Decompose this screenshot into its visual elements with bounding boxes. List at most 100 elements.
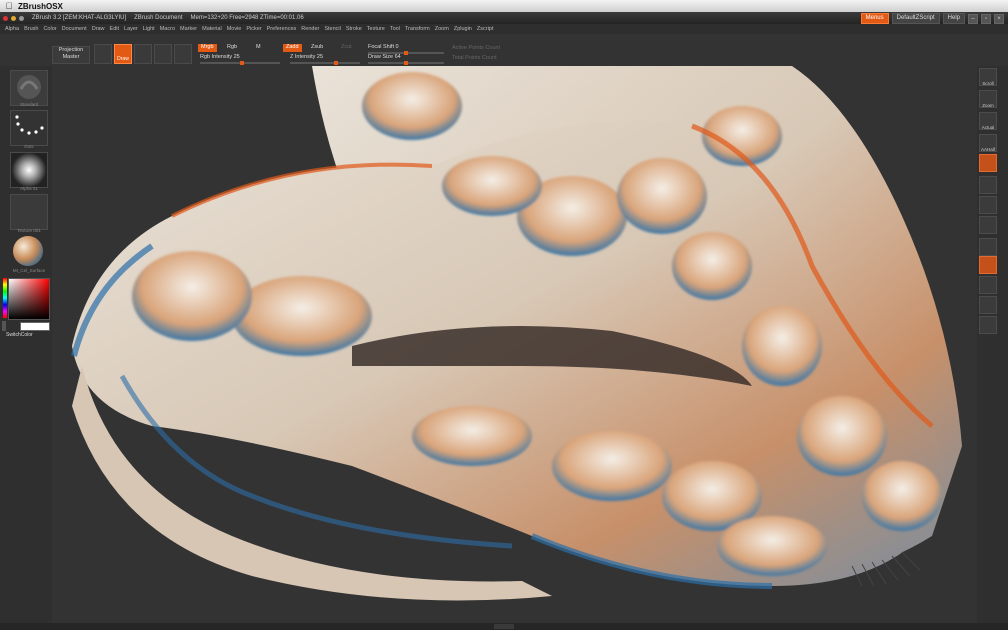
draw-size-label: Draw Size 64 xyxy=(368,54,401,60)
view-button-8[interactable] xyxy=(979,238,997,256)
master-label: Master xyxy=(62,54,80,60)
projection-label: Projection xyxy=(58,47,84,53)
view-button-label: Zoom xyxy=(982,103,994,108)
view-button-6[interactable] xyxy=(979,196,997,214)
help-button[interactable]: Help xyxy=(942,13,965,24)
menu-item-zscript[interactable]: Zscript xyxy=(477,26,494,32)
menu-item-zoom[interactable]: Zoom xyxy=(435,26,449,32)
secondary-color-swatch[interactable] xyxy=(20,322,50,331)
menu-item-brush[interactable]: Brush xyxy=(24,26,38,32)
right-tray: Scroll Zoom Actual AAHalf xyxy=(977,66,1008,623)
hide-icon[interactable]: – xyxy=(968,13,978,24)
menu-item-picker[interactable]: Picker xyxy=(246,26,261,32)
menu-item-zplugin[interactable]: Zplugin xyxy=(454,26,472,32)
stroke-thumbnail[interactable] xyxy=(10,110,48,146)
app-name[interactable]: ZBrushOSX xyxy=(18,2,63,11)
menu-item-movie[interactable]: Movie xyxy=(227,26,242,32)
close-window-icon[interactable]: × xyxy=(994,13,1004,24)
scale-button[interactable] xyxy=(154,44,172,64)
rotate-button[interactable] xyxy=(174,44,192,64)
left-tray-collapse-handle[interactable] xyxy=(2,321,6,331)
brush-thumbnail[interactable] xyxy=(10,70,48,106)
move-button[interactable] xyxy=(134,44,152,64)
menu-item-stroke[interactable]: Stroke xyxy=(346,26,362,32)
menu-item-render[interactable]: Render xyxy=(301,26,319,32)
texture-label: Texture 001 xyxy=(17,228,41,233)
texture-thumbnail[interactable] xyxy=(10,194,48,230)
rgb-intensity-label: Rgb Intensity 25 xyxy=(200,54,240,60)
zcut-button[interactable]: Zcut xyxy=(338,44,355,52)
view-button-label: Scroll xyxy=(982,81,994,86)
draw-button[interactable]: Draw xyxy=(114,44,132,64)
sculpt-render[interactable] xyxy=(52,66,977,623)
view-button-11[interactable] xyxy=(979,296,997,314)
view-button-12[interactable] xyxy=(979,316,997,334)
standard-brush-icon xyxy=(17,75,41,99)
menu-item-material[interactable]: Material xyxy=(202,26,222,32)
menu-item-document[interactable]: Document xyxy=(62,26,87,32)
menu-item-alpha[interactable]: Alpha xyxy=(5,26,19,32)
menu-item-marker[interactable]: Marker xyxy=(180,26,197,32)
view-scroll-button[interactable]: Scroll xyxy=(979,68,997,86)
document-title: ZBrush Document xyxy=(134,15,183,21)
top-shelf: Projection Master Draw Mrgb Rgb M Rgb In… xyxy=(0,34,1008,66)
m-button[interactable]: M xyxy=(253,44,264,52)
focal-shift-label: Focal Shift 0 xyxy=(368,44,399,50)
menu-item-color[interactable]: Color xyxy=(43,26,56,32)
view-button-5[interactable] xyxy=(979,176,997,194)
menu-item-tool[interactable]: Tool xyxy=(390,26,400,32)
rgb-button[interactable]: Rgb xyxy=(224,44,240,52)
app-title: ZBrush 3.2 [ZEM:KHAT-ALG3LYIU] xyxy=(32,15,127,21)
palette-menu-bar: Alpha Brush Color Document Draw Edit Layer Ligh… xyxy=(0,24,1008,34)
zbrush-logo-icon xyxy=(19,15,24,21)
material-sphere-icon xyxy=(13,236,43,266)
default-zscript-button[interactable]: DefaultZScript xyxy=(891,13,940,24)
view-actual-button[interactable]: Actual xyxy=(979,112,997,130)
menu-item-preferences[interactable]: Preferences xyxy=(267,26,297,32)
bottom-tray-handle[interactable] xyxy=(494,624,514,629)
view-button-10[interactable] xyxy=(979,276,997,294)
close-icon[interactable] xyxy=(3,15,8,21)
edit-button[interactable] xyxy=(94,44,112,64)
material-thumbnail[interactable] xyxy=(10,234,48,270)
menus-button[interactable]: Menus xyxy=(860,13,889,24)
memory-stats: Mem=132+20 Free=2948 ZTime=00:01.06 xyxy=(190,15,304,21)
switch-color-button[interactable]: SwitchColor xyxy=(6,332,52,338)
view-zoom-button[interactable]: Zoom xyxy=(979,90,997,108)
menu-item-light[interactable]: Light xyxy=(143,26,155,32)
view-button-label: AAHalf xyxy=(980,147,995,152)
menu-item-stencil[interactable]: Stencil xyxy=(324,26,341,32)
minimize-icon[interactable] xyxy=(11,15,16,21)
z-intensity-slider[interactable]: Z Intensity 25 xyxy=(290,54,360,65)
alpha-thumbnail[interactable] xyxy=(10,152,48,188)
bottom-bar xyxy=(0,623,1008,630)
focal-shift-slider[interactable]: Focal Shift 0 xyxy=(368,44,444,55)
menu-item-macro[interactable]: Macro xyxy=(160,26,175,32)
menu-item-layer[interactable]: Layer xyxy=(124,26,138,32)
view-button-label: Actual xyxy=(981,125,995,130)
menu-item-draw[interactable]: Draw xyxy=(92,26,105,32)
view-button-7[interactable] xyxy=(979,216,997,234)
title-bar: ZBrush 3.2 [ZEM:KHAT-ALG3LYIU] ZBrush Do… xyxy=(0,12,1008,24)
menu-item-transform[interactable]: Transform xyxy=(405,26,430,32)
view-button-9[interactable] xyxy=(979,256,997,274)
z-intensity-label: Z Intensity 25 xyxy=(290,54,324,60)
zadd-button[interactable]: Zadd xyxy=(283,44,302,52)
document-canvas[interactable] xyxy=(52,66,977,623)
menu-item-texture[interactable]: Texture xyxy=(367,26,385,32)
apple-icon[interactable]:  xyxy=(0,1,18,11)
stroke-label: Dots xyxy=(24,144,34,149)
os-menu-bar:  ZBrushOSX xyxy=(0,0,1008,12)
projection-master-button[interactable]: Projection Master xyxy=(52,46,90,64)
zsub-button[interactable]: Zsub xyxy=(308,44,326,52)
hue-strip[interactable] xyxy=(3,278,7,318)
draw-size-slider[interactable]: Draw Size 64 xyxy=(368,54,444,65)
rgb-intensity-slider[interactable]: Rgb Intensity 25 xyxy=(200,54,280,65)
material-label: MI_Cel_Surface xyxy=(12,268,46,273)
menu-item-edit[interactable]: Edit xyxy=(110,26,119,32)
mrgb-button[interactable]: Mrgb xyxy=(198,44,217,52)
restore-icon[interactable]: ▫ xyxy=(981,13,991,24)
view-aahalf-button[interactable]: AAHalf xyxy=(979,134,997,152)
color-picker[interactable] xyxy=(8,278,50,320)
view-button-4[interactable] xyxy=(979,154,997,172)
